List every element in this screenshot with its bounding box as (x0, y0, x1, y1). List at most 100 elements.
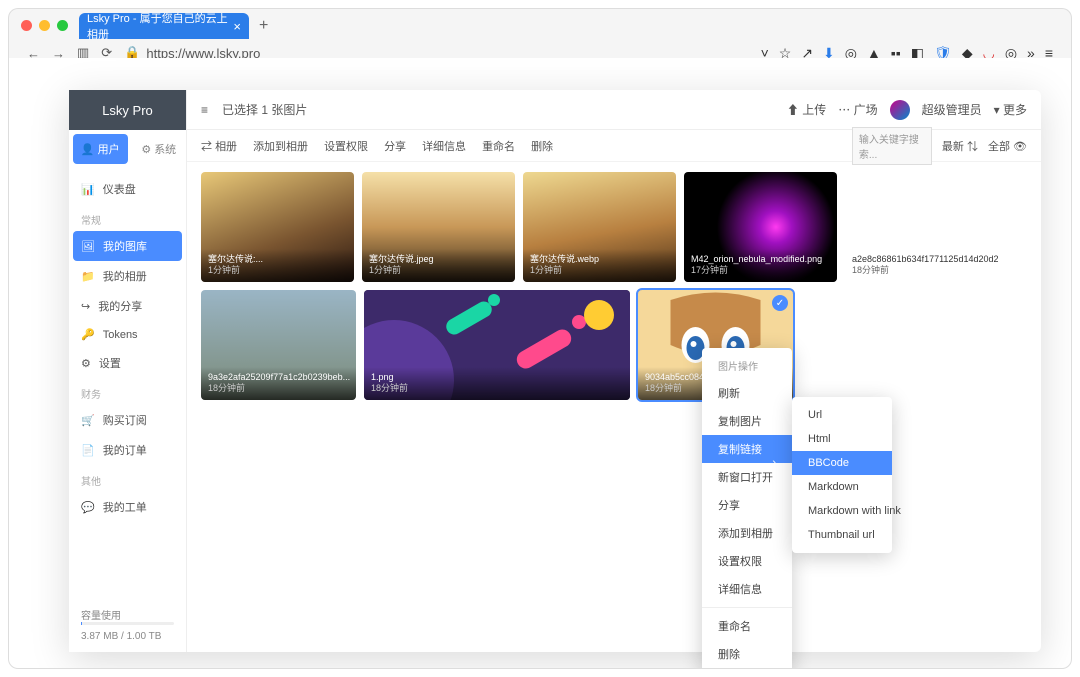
avatar[interactable] (890, 100, 910, 120)
window-controls (21, 20, 68, 31)
album-icon: 📁 (81, 270, 95, 283)
app-window: Lsky Pro 👤用户 ⚙系统 📊仪表盘 常规 🖼我的图库 📁我的相册 ↪我的… (69, 90, 1041, 652)
selection-text: 已选择 1 张图片 (222, 101, 307, 118)
nav-my-orders[interactable]: 📄我的订单 (69, 435, 186, 465)
image-name: 塞尔达传说:... (208, 254, 347, 266)
nav-buy-sub[interactable]: 🛒购买订阅 (69, 405, 186, 435)
more-button[interactable]: ▾ 更多 (994, 101, 1027, 118)
nav-tokens[interactable]: 🔑Tokens (69, 321, 186, 348)
list-icon: 📄 (81, 444, 95, 457)
ctx-details[interactable]: 详细信息 (702, 575, 792, 603)
main-panel: ≡ 已选择 1 张图片 ⬆ 上传 ⋯ 广场 超级管理员 ▾ 更多 ⇄ 相册 添加… (187, 90, 1041, 652)
ctx-delete[interactable]: 删除 (702, 640, 792, 668)
close-tab-icon[interactable]: × (233, 19, 241, 34)
sub-bbcode[interactable]: BBCode (792, 451, 892, 475)
sub-url[interactable]: Url (792, 403, 892, 427)
share-icon: ↪ (81, 300, 90, 313)
new-tab-button[interactable]: + (259, 17, 268, 35)
image-card[interactable]: a2e8c86861b634f1771125d14d20d224.jpeg18分… (845, 172, 998, 282)
upload-button[interactable]: ⬆ 上传 (787, 101, 826, 118)
sub-thumb[interactable]: Thumbnail url (792, 523, 892, 547)
image-name: 1.png (371, 372, 623, 384)
user-icon: 👤 (81, 143, 95, 156)
sidebar: Lsky Pro 👤用户 ⚙系统 📊仪表盘 常规 🖼我的图库 📁我的相册 ↪我的… (69, 90, 187, 652)
gear-icon: ⚙ (141, 143, 151, 156)
nav-my-shares[interactable]: ↪我的分享 (69, 291, 186, 321)
nav-my-albums[interactable]: 📁我的相册 (69, 261, 186, 291)
menu-toggle-icon[interactable]: ≡ (201, 103, 208, 117)
image-name: 塞尔达传说.webp (530, 254, 669, 266)
image-name: M42_orion_nebula_modified.png (691, 254, 830, 266)
minimize-window-button[interactable] (39, 20, 50, 31)
sub-html[interactable]: Html (792, 427, 892, 451)
toolbar-share[interactable]: 分享 (384, 138, 406, 154)
image-card[interactable]: 9a3e2afa25209f77a1c2b0239beb...18分钟前 (201, 290, 356, 400)
key-icon: 🔑 (81, 328, 95, 341)
close-window-button[interactable] (21, 20, 32, 31)
filter-toggle[interactable]: 全部 👁 (988, 138, 1027, 154)
context-menu: 图片操作 刷新 复制图片 复制链接 新窗口打开 分享 添加到相册 设置权限 详细… (702, 348, 792, 669)
context-menu-title: 图片操作 (702, 354, 792, 379)
user-name: 超级管理员 (922, 101, 982, 118)
image-name: 9a3e2afa25209f77a1c2b0239beb... (208, 372, 349, 384)
ctx-rename[interactable]: 重命名 (702, 612, 792, 640)
toolbar-set-permission[interactable]: 设置权限 (324, 138, 368, 154)
maximize-window-button[interactable] (57, 20, 68, 31)
toolbar-details[interactable]: 详细信息 (422, 138, 466, 154)
ctx-set-perm[interactable]: 设置权限 (702, 547, 792, 575)
plaza-button[interactable]: ⋯ 广场 (838, 101, 877, 118)
sidebar-tabs: 👤用户 ⚙系统 (69, 130, 186, 168)
image-icon: 🖼 (81, 240, 95, 253)
toolbar-add-album[interactable]: 添加到相册 (253, 138, 308, 154)
tab-title: Lsky Pro - 属于您自己的云上相册 (87, 10, 233, 42)
ctx-refresh[interactable]: 刷新 (702, 379, 792, 407)
tab-system[interactable]: ⚙系统 (132, 130, 187, 168)
image-time: 1分钟前 (369, 265, 508, 277)
storage-progress (81, 622, 174, 625)
image-card[interactable]: 塞尔达传说.jpeg1分钟前 (362, 172, 515, 282)
storage-text: 3.87 MB / 1.00 TB (81, 631, 174, 642)
image-time: 17分钟前 (691, 265, 830, 277)
nav-my-tickets[interactable]: 💬我的工单 (69, 492, 186, 522)
image-card[interactable]: M42_orion_nebula_modified.png17分钟前 (684, 172, 837, 282)
sort-toggle[interactable]: 最新 ⇅ (942, 138, 978, 154)
gear-icon: ⚙ (81, 357, 91, 370)
browser-tab[interactable]: Lsky Pro - 属于您自己的云上相册 × (79, 13, 249, 39)
toolbar: ⇄ 相册 添加到相册 设置权限 分享 详细信息 重命名 删除 输入关键字搜索..… (187, 130, 1041, 162)
search-input[interactable]: 输入关键字搜索... (852, 127, 932, 165)
sub-markdown[interactable]: Markdown (792, 475, 892, 499)
image-card[interactable]: 1.png18分钟前 (364, 290, 630, 400)
image-card[interactable]: 塞尔达传说.webp1分钟前 (523, 172, 676, 282)
gauge-icon: 📊 (81, 183, 95, 196)
nav-section-finance: 财务 (69, 378, 186, 405)
image-time: 18分钟前 (852, 265, 991, 277)
image-time: 18分钟前 (208, 383, 349, 395)
separator (702, 607, 792, 608)
ctx-add-album[interactable]: 添加到相册 (702, 519, 792, 547)
tab-user[interactable]: 👤用户 (73, 134, 128, 164)
toolbar-delete[interactable]: 删除 (531, 138, 553, 154)
ctx-share[interactable]: 分享 (702, 491, 792, 519)
toolbar-rename[interactable]: 重命名 (482, 138, 515, 154)
nav-section-common: 常规 (69, 204, 186, 231)
check-icon: ✓ (772, 295, 788, 311)
nav-settings[interactable]: ⚙设置 (69, 348, 186, 378)
ctx-open-new[interactable]: 新窗口打开 (702, 463, 792, 491)
nav-list: 📊仪表盘 常规 🖼我的图库 📁我的相册 ↪我的分享 🔑Tokens ⚙设置 财务… (69, 168, 186, 528)
sub-markdown-link[interactable]: Markdown with link (792, 499, 892, 523)
image-name: 塞尔达传说.jpeg (369, 254, 508, 266)
toolbar-album[interactable]: ⇄ 相册 (201, 138, 237, 154)
gallery: 塞尔达传说:...1分钟前 塞尔达传说.jpeg1分钟前 塞尔达传说.webp1… (187, 162, 1041, 410)
browser-chrome: Lsky Pro - 属于您自己的云上相册 × + ← → ▥ ⟳ 🔒 http… (8, 8, 1072, 58)
nav-dashboard[interactable]: 📊仪表盘 (69, 174, 186, 204)
nav-my-gallery[interactable]: 🖼我的图库 (73, 231, 182, 261)
storage-footer: 容量使用 3.87 MB / 1.00 TB (69, 597, 186, 652)
browser-viewport: Lsky Pro 👤用户 ⚙系统 📊仪表盘 常规 🖼我的图库 📁我的相册 ↪我的… (8, 58, 1072, 669)
logo: Lsky Pro (69, 90, 186, 130)
ticket-icon: 💬 (81, 501, 95, 514)
cart-icon: 🛒 (81, 414, 95, 427)
ctx-copy-link[interactable]: 复制链接 (702, 435, 792, 463)
image-card[interactable]: 塞尔达传说:...1分钟前 (201, 172, 354, 282)
image-time: 1分钟前 (208, 265, 347, 277)
ctx-copy-image[interactable]: 复制图片 (702, 407, 792, 435)
